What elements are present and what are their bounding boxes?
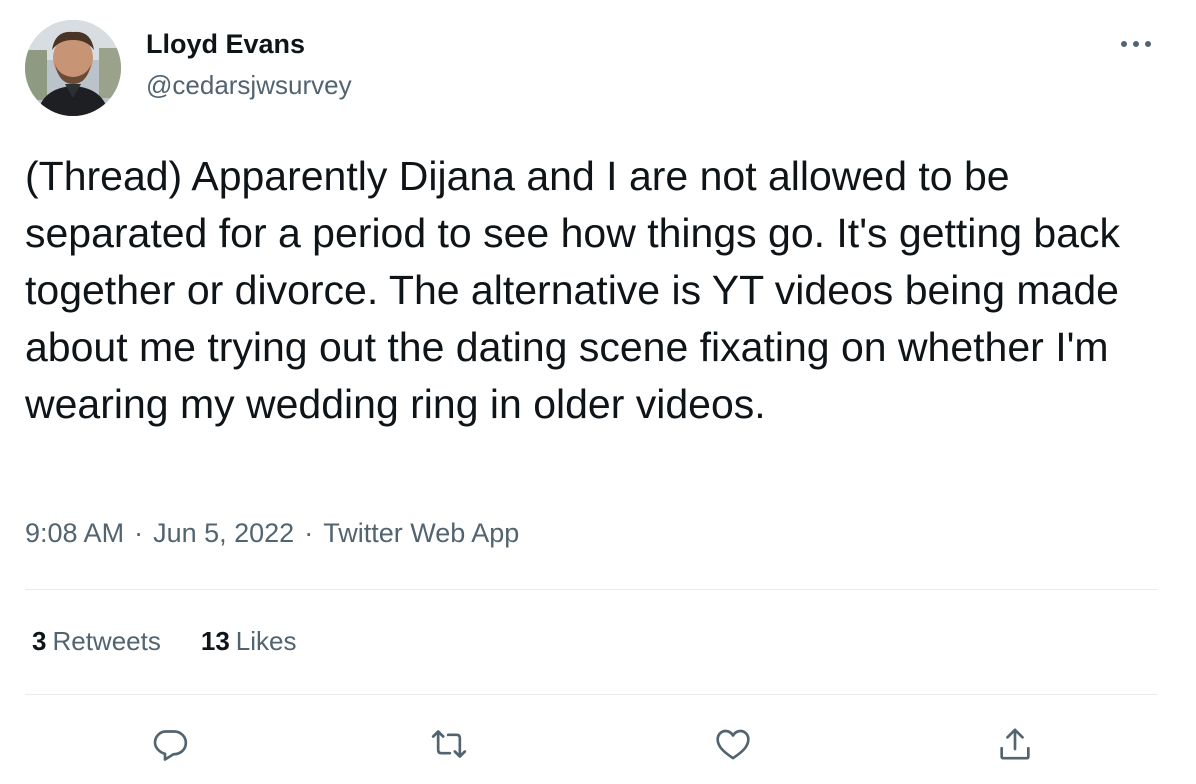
tweet-time[interactable]: 9:08 AM — [25, 518, 124, 548]
retweets-label: Retweets — [52, 626, 161, 656]
likes-count: 13 — [200, 626, 230, 656]
retweets-count: 3 — [32, 626, 47, 656]
retweet-icon — [431, 730, 467, 758]
meta-separator: · — [304, 518, 314, 548]
more-options-button[interactable] — [1116, 32, 1156, 56]
more-horizontal-icon — [1121, 41, 1151, 47]
tweet-source[interactable]: Twitter Web App — [323, 518, 519, 548]
retweet-button[interactable] — [427, 722, 471, 766]
tweet-date[interactable]: Jun 5, 2022 — [153, 518, 294, 548]
retweets-stat[interactable]: 3 Retweets — [32, 626, 161, 657]
tweet-card: Lloyd Evans @cedarsjwsurvey (Thread) App… — [0, 0, 1196, 784]
author-name[interactable]: Lloyd Evans — [146, 29, 305, 60]
likes-label: Likes — [235, 626, 297, 656]
reply-icon — [153, 730, 188, 761]
action-bar — [0, 722, 1196, 766]
likes-stat[interactable]: 13 Likes — [201, 626, 297, 657]
divider — [25, 589, 1157, 590]
share-icon — [1000, 728, 1030, 760]
tweet-metadata: 9:08 AM · Jun 5, 2022 · Twitter Web App — [25, 518, 519, 549]
reply-button[interactable] — [148, 722, 192, 766]
heart-icon — [716, 729, 750, 760]
like-button[interactable] — [711, 722, 755, 766]
author-handle[interactable]: @cedarsjwsurvey — [146, 70, 352, 101]
meta-separator: · — [134, 518, 144, 548]
divider — [25, 694, 1157, 695]
avatar[interactable] — [25, 20, 121, 116]
tweet-text: (Thread) Apparently Dijana and I are not… — [25, 153, 1132, 427]
tweet-stats: 3 Retweets 13 Likes — [32, 626, 296, 657]
share-button[interactable] — [993, 722, 1037, 766]
avatar-image — [25, 20, 121, 116]
